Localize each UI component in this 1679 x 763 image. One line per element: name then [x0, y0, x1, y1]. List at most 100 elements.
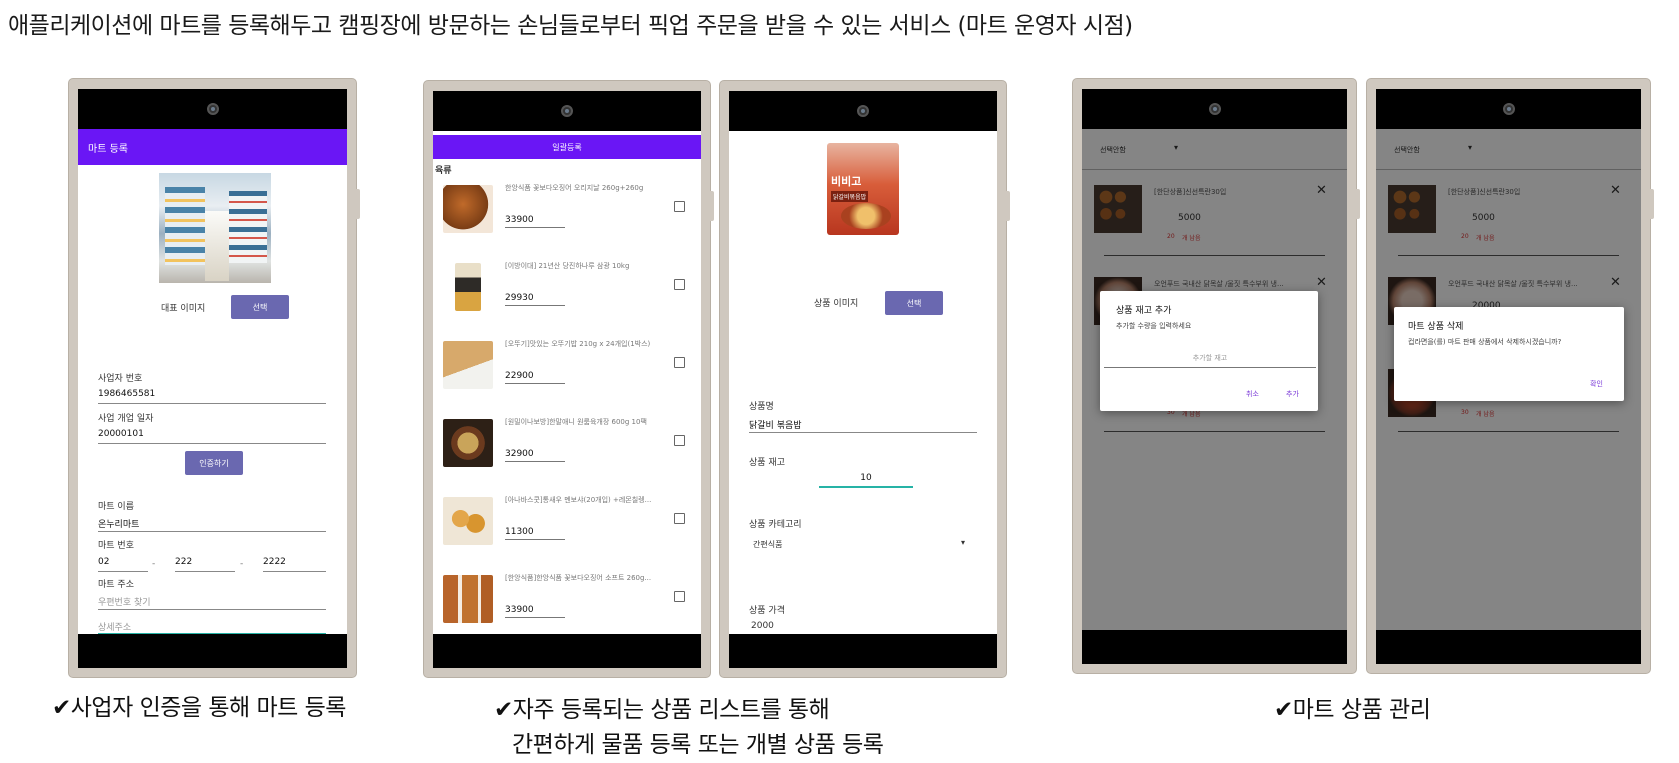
business-number-label: 사업자 번호 [98, 374, 143, 384]
list-item[interactable]: [한앙식품]한앙식품 꽃보다오징어 소프트 260g... 33900 [433, 569, 701, 634]
list-item[interactable]: [오뚜기]맛있는 오뚜기밥 210g x 24개입(1박스) 22900 [433, 335, 701, 413]
stock-amount-input[interactable]: 추가할 재고 [1104, 353, 1316, 368]
camera-icon [1502, 103, 1515, 115]
chevron-down-icon[interactable]: ▾ [961, 538, 965, 547]
product-price-input[interactable]: 2000 [751, 621, 774, 631]
dialog-title: 상품 재고 추가 [1116, 306, 1172, 316]
stock-add-dialog: 상품 재고 추가 추가할 수량을 입력하세요 추가할 재고 취소 추가 [1100, 291, 1318, 411]
add-button[interactable]: 추가 [1286, 389, 1299, 399]
phone-part3-input[interactable]: 2222 [263, 557, 326, 572]
select-image-button[interactable]: 선택 [885, 291, 943, 315]
product-name-label: 상품명 [749, 402, 774, 412]
open-date-label: 사업 개업 일자 [98, 414, 154, 424]
select-image-button[interactable]: 선택 [231, 295, 289, 319]
nav-bar [1082, 630, 1347, 664]
status-bar [433, 91, 701, 131]
product-price-label: 상품 가격 [749, 606, 785, 616]
verify-button[interactable]: 인증하기 [185, 451, 243, 475]
app-bar: 일괄등록 [433, 135, 701, 159]
business-number-input[interactable]: 1986465581 [98, 389, 326, 404]
product-stock-input[interactable]: 10 [819, 473, 913, 488]
product-image: 비비고 닭갈비볶음밥 [827, 143, 899, 235]
camera-icon [1208, 103, 1221, 115]
nav-bar [433, 634, 701, 668]
page-title: 애플리케이션에 마트를 등록해두고 캠핑장에 방문하는 손님들로부터 픽업 주문… [8, 13, 1133, 39]
product-stock-label: 상품 재고 [749, 458, 785, 468]
rice-bag-thumb [455, 263, 481, 311]
caption-mart-registration: ✔사업자 인증을 통해 마트 등록 [52, 695, 346, 721]
stew-bowl-thumb [443, 419, 493, 467]
phone-bulk-registration: 일괄등록 육류 한앙식품 꽃보다오징어 오리지날 260g+260g 33900… [423, 80, 714, 678]
phone-separator-2: - [240, 559, 244, 569]
checkbox[interactable] [674, 435, 685, 446]
item-price[interactable]: 32900 [505, 449, 565, 462]
nav-bar [1376, 630, 1641, 664]
camera-icon [561, 105, 573, 117]
caption-bulk-line1: ✔자주 등록되는 상품 리스트를 통해 [494, 697, 830, 723]
squid-snack-thumb [443, 185, 493, 233]
item-price[interactable]: 22900 [505, 371, 565, 384]
screen-product-registration: 비비고 닭갈비볶음밥 상품 이미지 선택 상품명 닭갈비 볶음밥 상품 재고 1… [729, 131, 997, 634]
mart-name-input[interactable]: 온누리마트 [98, 517, 326, 532]
product-category-select[interactable]: 간편식품 [753, 539, 782, 550]
dialog-message: 컵라면을(를) 마트 판매 상품에서 삭제하시겠습니까? [1408, 338, 1562, 346]
item-price[interactable]: 33900 [505, 605, 565, 618]
phone-part2-input[interactable]: 222 [175, 557, 235, 572]
item-price[interactable]: 33900 [505, 215, 565, 228]
checkbox[interactable] [674, 513, 685, 524]
caption-product-management: ✔마트 상품 관리 [1274, 697, 1431, 723]
phone-part1-input[interactable]: 02 [98, 557, 148, 572]
camera-icon [206, 103, 219, 115]
screen-product-delete: 선택안함 ▾ [한단상품]신선특란30입 ✕ 5000 20 개 남음 오언푸드… [1376, 129, 1641, 630]
confirm-button[interactable]: 확인 [1590, 379, 1603, 389]
item-price[interactable]: 11300 [505, 527, 565, 540]
cancel-button[interactable]: 취소 [1246, 389, 1259, 399]
product-category-label: 상품 카테고리 [749, 520, 802, 530]
item-name: [이방이대] 21년산 당진하나루 삼광 10kg [505, 262, 630, 270]
list-item[interactable]: 한앙식품 꽃보다오징어 오리지날 260g+260g 33900 [433, 179, 701, 257]
checkbox[interactable] [674, 357, 685, 368]
status-bar [1376, 89, 1641, 129]
app-bar: 마트 등록 [78, 129, 347, 165]
item-name: [아나바스쿳]통새우 멘보샤(20개입) +레몬칠렝... [505, 496, 652, 504]
phone-stock-add: 선택안함 ▾ [한단상품]신선특란30입 ✕ 5000 20 개 남음 오언푸드… [1072, 78, 1360, 674]
screen-bulk-registration: 일괄등록 육류 한앙식품 꽃보다오징어 오리지날 260g+260g 33900… [433, 131, 701, 634]
screen-mart-registration: 마트 등록 대표 이미지 선택 사업자 번호 1986465581 사업 개업 … [78, 129, 347, 634]
status-bar [1082, 89, 1347, 129]
section-label: 육류 [435, 166, 452, 176]
soft-squid-thumb [443, 575, 493, 623]
mart-address-label: 마트 주소 [98, 580, 134, 590]
delete-confirm-dialog: 마트 상품 삭제 컵라면을(를) 마트 판매 상품에서 삭제하시겠습니까? 확인 [1394, 307, 1624, 401]
product-name-input[interactable]: 닭갈비 볶음밥 [749, 418, 977, 433]
checkbox[interactable] [674, 201, 685, 212]
dialog-title: 마트 상품 삭제 [1408, 322, 1464, 332]
nav-bar [78, 634, 347, 668]
item-name: 한앙식품 꽃보다오징어 오리지날 260g+260g [505, 184, 644, 192]
checkbox[interactable] [674, 591, 685, 602]
list-item[interactable]: [원밀이나보방]한말애니 원룸육개장 600g 10팩 32900 [433, 413, 701, 491]
product-image-label: 상품 이미지 [814, 299, 859, 309]
phone-product-registration: 비비고 닭갈비볶음밥 상품 이미지 선택 상품명 닭갈비 볶음밥 상품 재고 1… [719, 80, 1010, 678]
list-item[interactable]: [아나바스쿳]통새우 멘보샤(20개입) +레몬칠렝... 11300 [433, 491, 701, 569]
list-item[interactable]: [이방이대] 21년산 당진하나루 삼광 10kg 29930 [433, 257, 701, 335]
open-date-input[interactable]: 20000101 [98, 429, 326, 444]
item-name: [오뚜기]맛있는 오뚜기밥 210g x 24개입(1박스) [505, 340, 651, 348]
checkbox[interactable] [674, 279, 685, 290]
item-name: [한앙식품]한앙식품 꽃보다오징어 소프트 260g... [505, 574, 652, 582]
nav-bar [729, 634, 997, 668]
phone-separator: - [152, 559, 156, 569]
caption-bulk-line2: 간편하게 물품 등록 또는 개별 상품 등록 [512, 732, 884, 758]
mart-phone-label: 마트 번호 [98, 541, 134, 551]
detail-address-input[interactable]: 상세주소 [98, 620, 326, 634]
item-price[interactable]: 29930 [505, 293, 565, 306]
status-bar [729, 91, 997, 131]
shrimp-toast-thumb [443, 497, 493, 545]
item-name: [원밀이나보방]한말애니 원룸육개장 600g 10팩 [505, 418, 647, 426]
mart-name-label: 마트 이름 [98, 502, 134, 512]
product-brand: 비비고 [831, 175, 862, 188]
status-bar [78, 89, 347, 129]
mart-representative-image [159, 173, 271, 283]
zip-code-input[interactable]: 우편번호 찾기 [98, 595, 326, 610]
phone-product-delete: 선택안함 ▾ [한단상품]신선특란30입 ✕ 5000 20 개 남음 오언푸드… [1366, 78, 1654, 674]
product-sub: 닭갈비볶음밥 [831, 191, 869, 202]
